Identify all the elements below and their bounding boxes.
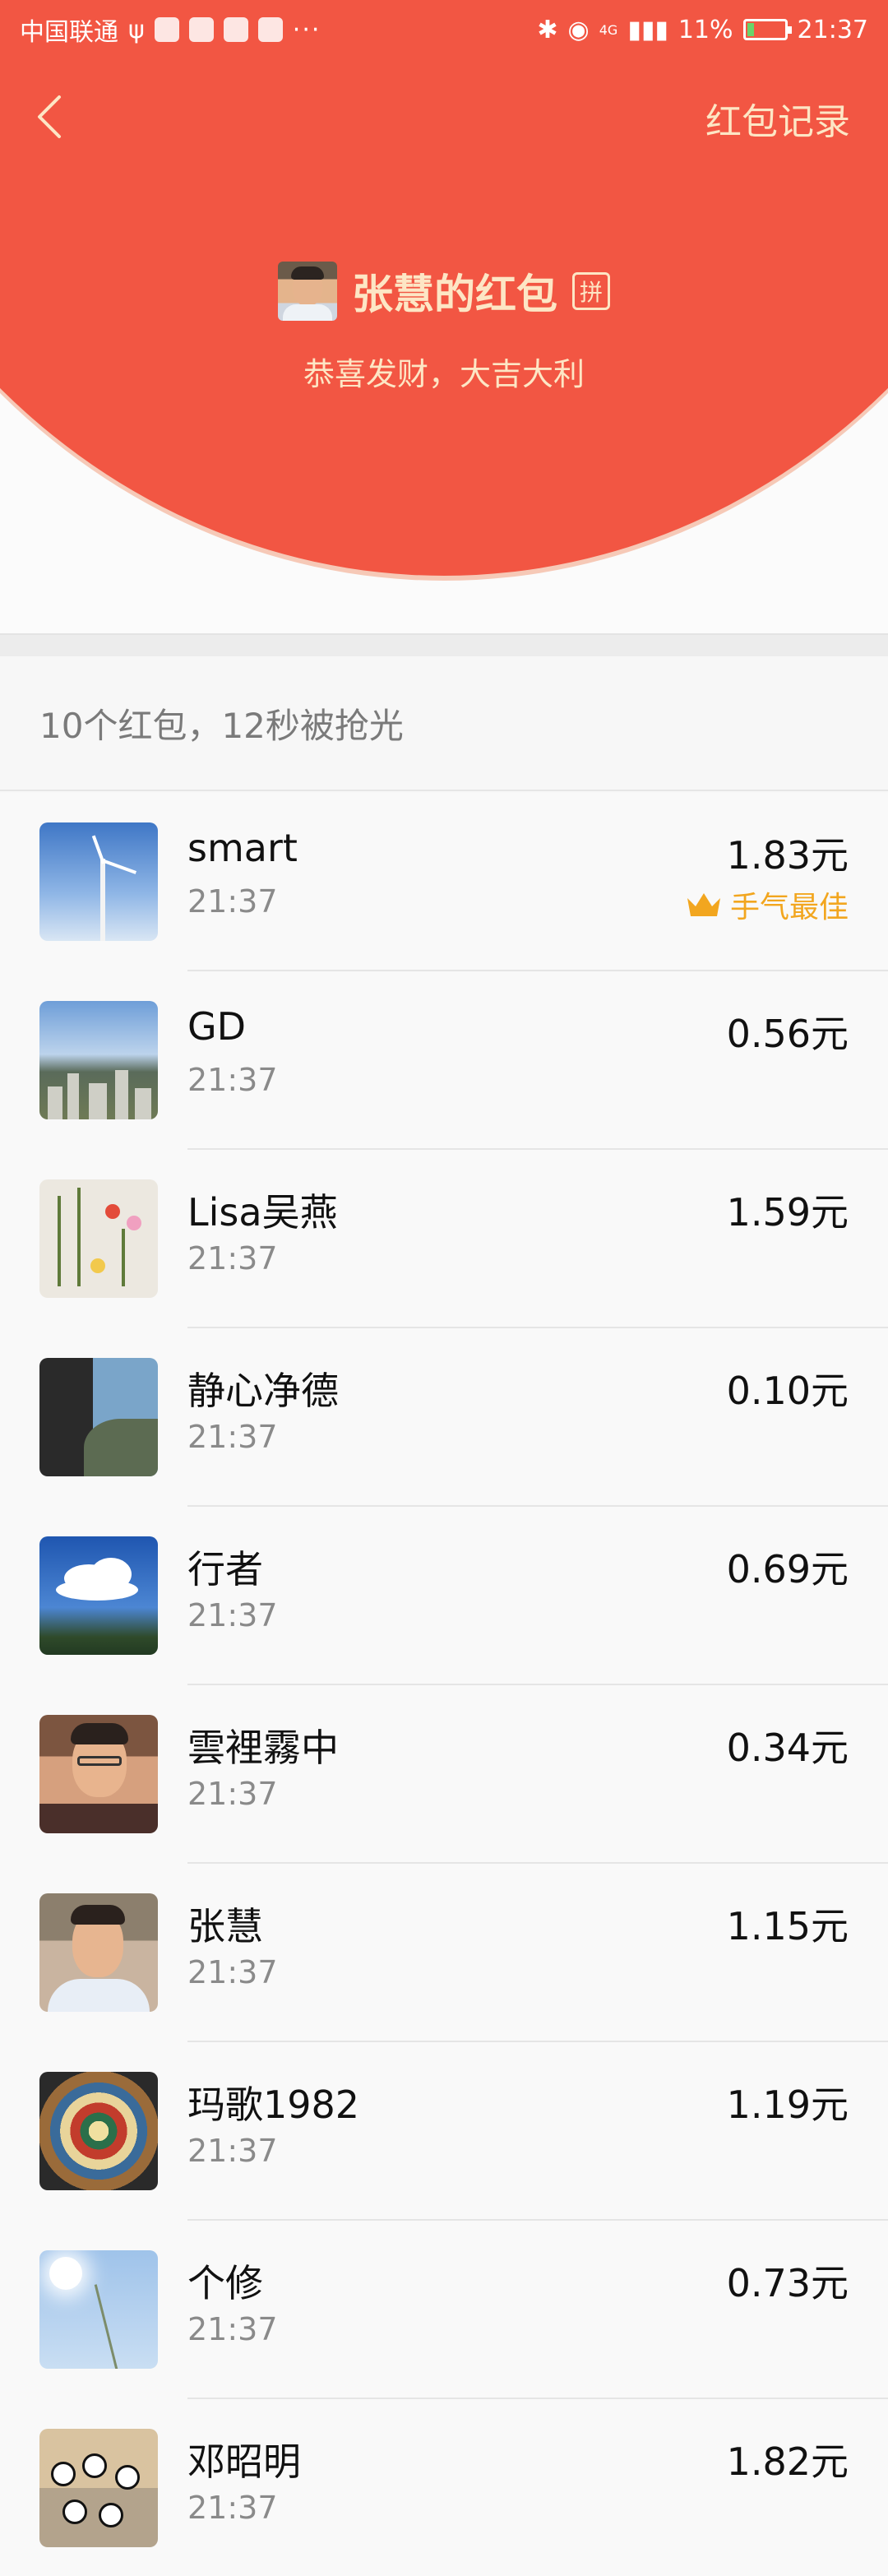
city-skyline-avatar[interactable] xyxy=(39,1001,158,1119)
panda-toys-avatar[interactable] xyxy=(39,2429,158,2547)
claim-amount: 0.73元 xyxy=(726,2261,849,2305)
claim-time: 21:37 xyxy=(187,1954,278,1990)
claim-row[interactable]: smart 21:37 1.83元 手气最佳 xyxy=(0,793,888,971)
bluetooth-icon: ✱ xyxy=(537,15,558,44)
claim-time: 21:37 xyxy=(187,1419,278,1455)
group-luck-badge: 拼 xyxy=(572,272,610,310)
claim-row[interactable]: GD 21:37 0.56元 xyxy=(0,971,888,1150)
claimer-name: 邓昭明 xyxy=(187,2439,301,2484)
best-luck-label: 手气最佳 xyxy=(729,891,849,924)
more-notifications-icon: ··· xyxy=(292,15,321,44)
claim-row[interactable]: 静心净德 21:37 0.10元 xyxy=(0,1328,888,1507)
crown-icon xyxy=(687,893,720,916)
claim-row[interactable]: 行者 21:37 0.69元 xyxy=(0,1507,888,1685)
claimer-name: GD xyxy=(187,1004,247,1049)
claim-row[interactable]: Lisa吴燕 21:37 1.59元 xyxy=(0,1150,888,1328)
claim-amount: 1.59元 xyxy=(726,1190,849,1235)
back-button[interactable] xyxy=(30,90,69,143)
carrier-label: 中国联通 xyxy=(20,18,118,47)
claimer-name: 个修 xyxy=(187,2261,263,2305)
claim-amount: 1.15元 xyxy=(726,1904,849,1948)
sun-sky-avatar[interactable] xyxy=(39,2250,158,2369)
claim-amount: 0.10元 xyxy=(726,1369,849,1413)
claim-time: 21:37 xyxy=(187,1776,278,1812)
claim-time: 21:37 xyxy=(187,1597,278,1633)
claim-time: 21:37 xyxy=(187,1240,278,1276)
packet-title-row: 张慧的红包 拼 xyxy=(0,262,888,321)
claimer-name: 张慧 xyxy=(187,1904,263,1948)
sender-avatar xyxy=(278,262,337,321)
man-portrait-avatar[interactable] xyxy=(39,1715,158,1833)
claimer-name: 玛歌1982 xyxy=(187,2083,360,2127)
mandala-avatar[interactable] xyxy=(39,2072,158,2190)
claimer-name: 雲裡霧中 xyxy=(187,1726,339,1770)
cloud-sky-avatar[interactable] xyxy=(39,1536,158,1655)
clock: 21:37 xyxy=(797,15,868,44)
best-luck-badge: 手气最佳 xyxy=(686,883,849,926)
flower-painting-avatar[interactable] xyxy=(39,1179,158,1298)
claim-row[interactable]: 个修 21:37 0.73元 xyxy=(0,2221,888,2399)
claim-amount: 1.82元 xyxy=(726,2439,849,2484)
claim-list: smart 21:37 1.83元 手气最佳 GD 21:37 0.56元 Li… xyxy=(0,793,888,2576)
claim-time: 21:37 xyxy=(187,2490,278,2526)
claim-amount: 0.34元 xyxy=(726,1726,849,1770)
battery-icon xyxy=(742,19,792,40)
claim-time: 21:37 xyxy=(187,883,278,920)
claimer-name: Lisa吴燕 xyxy=(187,1190,338,1235)
claim-row[interactable]: 雲裡霧中 21:37 0.34元 xyxy=(0,1685,888,1864)
claimer-name: smart xyxy=(187,826,298,870)
claim-amount: 1.83元 xyxy=(726,833,849,878)
claim-time: 21:37 xyxy=(187,2311,278,2347)
app-notification-icon xyxy=(154,17,179,42)
claim-time: 21:37 xyxy=(187,2133,278,2169)
packet-title: 张慧的红包 xyxy=(352,271,557,318)
claim-row[interactable]: 邓昭明 21:37 1.82元 xyxy=(0,2399,888,2576)
claim-amount: 1.19元 xyxy=(726,2083,849,2127)
wind-turbine-avatar[interactable] xyxy=(39,822,158,941)
signal-icon: ▮▮▮ xyxy=(627,15,668,44)
usb-icon: ψ xyxy=(128,15,145,44)
eye-comfort-icon: ◉ xyxy=(567,15,590,44)
network-type: 4G xyxy=(599,21,618,38)
man-portrait-avatar-2[interactable] xyxy=(39,1893,158,2012)
red-packet-header: 中国联通 ψ ··· ✱ ◉ 4G ▮▮▮ 11% 21:37 红包记录 张慧的… xyxy=(0,0,888,642)
claim-time: 21:37 xyxy=(187,1062,278,1098)
packet-summary: 10个红包，12秒被抢光 xyxy=(0,656,888,791)
battery-percent: 11% xyxy=(678,15,733,44)
claim-row[interactable]: 玛歌1982 21:37 1.19元 xyxy=(0,2042,888,2221)
claim-row[interactable]: 张慧 21:37 1.15元 xyxy=(0,1864,888,2042)
app-notification-icon-4 xyxy=(257,17,283,42)
red-packet-records-link[interactable]: 红包记录 xyxy=(705,92,850,145)
claim-amount: 0.56元 xyxy=(726,1012,849,1056)
chevron-left-icon xyxy=(38,95,61,138)
app-notification-icon-3 xyxy=(223,17,248,42)
status-bar: 中国联通 ψ ··· ✱ ◉ 4G ▮▮▮ 11% 21:37 xyxy=(0,0,888,59)
app-notification-icon-2 xyxy=(188,17,214,42)
packet-wish: 恭喜发财，大吉大利 xyxy=(303,356,585,392)
claimer-name: 行者 xyxy=(187,1547,263,1591)
rock-mountain-avatar[interactable] xyxy=(39,1358,158,1476)
section-divider xyxy=(0,633,888,656)
claimer-name: 静心净德 xyxy=(187,1369,339,1413)
claim-amount: 0.69元 xyxy=(726,1547,849,1591)
